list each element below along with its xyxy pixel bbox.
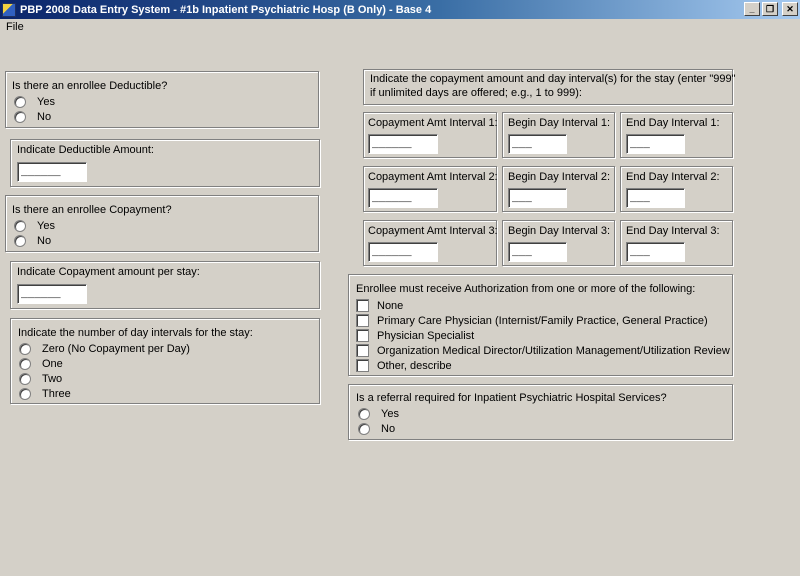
auth-pcp-checkbox[interactable]: Primary Care Physician (Internist/Family…: [356, 314, 708, 327]
end-day-interval-3-group: End Day Interval 3:: [620, 220, 733, 266]
end-day-interval-1-label: End Day Interval 1:: [626, 117, 720, 129]
title-bar: PBP 2008 Data Entry System - #1b Inpatie…: [0, 0, 800, 19]
radio-button[interactable]: [14, 235, 26, 247]
referral-question: Is a referral required for Inpatient Psy…: [356, 392, 667, 404]
copay-interval-3-field[interactable]: [368, 242, 438, 262]
interval-instructions-line1: Indicate the copayment amount and day in…: [370, 73, 736, 85]
copay-interval-2-group: Copayment Amt Interval 2:: [363, 166, 498, 212]
option-label: No: [37, 111, 52, 123]
end-day-interval-2-group: End Day Interval 2:: [620, 166, 733, 212]
referral-group: Is a referral required for Inpatient Psy…: [348, 384, 733, 440]
copayment-question: Is there an enrollee Copayment?: [12, 204, 172, 216]
deductible-no-radio[interactable]: No: [14, 111, 51, 123]
option-label: None: [377, 299, 404, 312]
auth-specialist-checkbox[interactable]: Physician Specialist: [356, 329, 474, 342]
checkbox[interactable]: [356, 359, 369, 372]
copayment-amount-field[interactable]: [17, 284, 87, 304]
interval-two-radio[interactable]: Two: [19, 373, 62, 385]
begin-day-interval-3-label: Begin Day Interval 3:: [508, 225, 611, 237]
begin-day-interval-3-group: Begin Day Interval 3:: [502, 220, 615, 266]
day-intervals-group: Indicate the number of day intervals for…: [10, 318, 320, 404]
copayment-group: Is there an enrollee Copayment? Yes No: [5, 195, 319, 252]
end-day-interval-3-label: End Day Interval 3:: [626, 225, 720, 237]
radio-button[interactable]: [19, 358, 31, 370]
option-label: Yes: [37, 96, 55, 108]
copay-interval-3-label: Copayment Amt Interval 3:: [368, 225, 498, 237]
copay-interval-1-field[interactable]: [368, 134, 438, 154]
option-label: Organization Medical Director/Utilizatio…: [377, 344, 730, 357]
checkbox[interactable]: [356, 344, 369, 357]
deductible-amount-field[interactable]: [17, 162, 87, 182]
auth-org-director-checkbox[interactable]: Organization Medical Director/Utilizatio…: [356, 344, 730, 357]
copay-interval-2-field[interactable]: [368, 188, 438, 208]
radio-button[interactable]: [19, 388, 31, 400]
option-label: Primary Care Physician (Internist/Family…: [377, 314, 708, 327]
copayment-amount-label: Indicate Copayment amount per stay:: [17, 266, 200, 278]
end-day-interval-2-label: End Day Interval 2:: [626, 171, 720, 183]
begin-day-interval-3-field[interactable]: [508, 242, 567, 262]
begin-day-interval-2-group: Begin Day Interval 2:: [502, 166, 615, 212]
auth-other-checkbox[interactable]: Other, describe: [356, 359, 452, 372]
deductible-amount-label: Indicate Deductible Amount:: [17, 144, 154, 156]
day-intervals-label: Indicate the number of day intervals for…: [18, 327, 253, 339]
option-label: One: [42, 358, 63, 370]
begin-day-interval-1-group: Begin Day Interval 1:: [502, 112, 615, 158]
radio-button[interactable]: [14, 96, 26, 108]
interval-instructions-group: Indicate the copayment amount and day in…: [363, 69, 736, 105]
radio-button[interactable]: [14, 220, 26, 232]
begin-day-interval-2-field[interactable]: [508, 188, 567, 208]
app-icon: [2, 2, 16, 17]
checkbox[interactable]: [356, 299, 369, 312]
option-label: No: [37, 235, 52, 247]
radio-button[interactable]: [358, 408, 370, 420]
begin-day-interval-1-field[interactable]: [508, 134, 567, 154]
authorization-label: Enrollee must receive Authorization from…: [356, 283, 696, 295]
interval-three-radio[interactable]: Three: [19, 388, 71, 400]
window-title: PBP 2008 Data Entry System - #1b Inpatie…: [20, 3, 432, 16]
option-label: Yes: [381, 408, 399, 420]
copay-interval-3-group: Copayment Amt Interval 3:: [363, 220, 498, 266]
end-day-interval-1-field[interactable]: [626, 134, 685, 154]
interval-one-radio[interactable]: One: [19, 358, 63, 370]
begin-day-interval-2-label: Begin Day Interval 2:: [508, 171, 611, 183]
referral-yes-radio[interactable]: Yes: [358, 408, 399, 420]
close-button[interactable]: ✕: [782, 2, 798, 16]
option-label: No: [381, 423, 396, 435]
begin-day-interval-1-label: Begin Day Interval 1:: [508, 117, 611, 129]
restore-button[interactable]: ❐: [762, 2, 778, 16]
copay-interval-1-group: Copayment Amt Interval 1:: [363, 112, 498, 158]
radio-button[interactable]: [14, 111, 26, 123]
deductible-amount-group: Indicate Deductible Amount:: [10, 139, 320, 187]
authorization-group: Enrollee must receive Authorization from…: [348, 274, 733, 376]
option-label: Two: [42, 373, 63, 385]
radio-button[interactable]: [19, 373, 31, 385]
interval-zero-radio[interactable]: Zero (No Copayment per Day): [19, 343, 190, 355]
end-day-interval-1-group: End Day Interval 1:: [620, 112, 733, 158]
deductible-group: Is there an enrollee Deductible? Yes No: [5, 71, 319, 128]
radio-button[interactable]: [358, 423, 370, 435]
copayment-no-radio[interactable]: No: [14, 235, 51, 247]
referral-no-radio[interactable]: No: [358, 423, 395, 435]
menu-file[interactable]: File: [6, 21, 24, 33]
copay-interval-1-label: Copayment Amt Interval 1:: [368, 117, 498, 129]
copayment-amount-group: Indicate Copayment amount per stay:: [10, 261, 320, 309]
menu-bar: File: [0, 19, 800, 37]
interval-instructions-line2: if unlimited days are offered; e.g., 1 t…: [370, 87, 582, 99]
end-day-interval-2-field[interactable]: [626, 188, 685, 208]
option-label: Physician Specialist: [377, 329, 475, 342]
deductible-yes-radio[interactable]: Yes: [14, 96, 55, 108]
end-day-interval-3-field[interactable]: [626, 242, 685, 262]
option-label: Other, describe: [377, 359, 452, 372]
minimize-button[interactable]: _: [744, 2, 760, 16]
copayment-yes-radio[interactable]: Yes: [14, 220, 55, 232]
copay-interval-2-label: Copayment Amt Interval 2:: [368, 171, 498, 183]
option-label: Zero (No Copayment per Day): [42, 343, 190, 355]
option-label: Three: [42, 388, 71, 400]
checkbox[interactable]: [356, 314, 369, 327]
checkbox[interactable]: [356, 329, 369, 342]
deductible-question: Is there an enrollee Deductible?: [12, 80, 168, 92]
radio-button[interactable]: [19, 343, 31, 355]
auth-none-checkbox[interactable]: None: [356, 299, 403, 312]
option-label: Yes: [37, 220, 55, 232]
